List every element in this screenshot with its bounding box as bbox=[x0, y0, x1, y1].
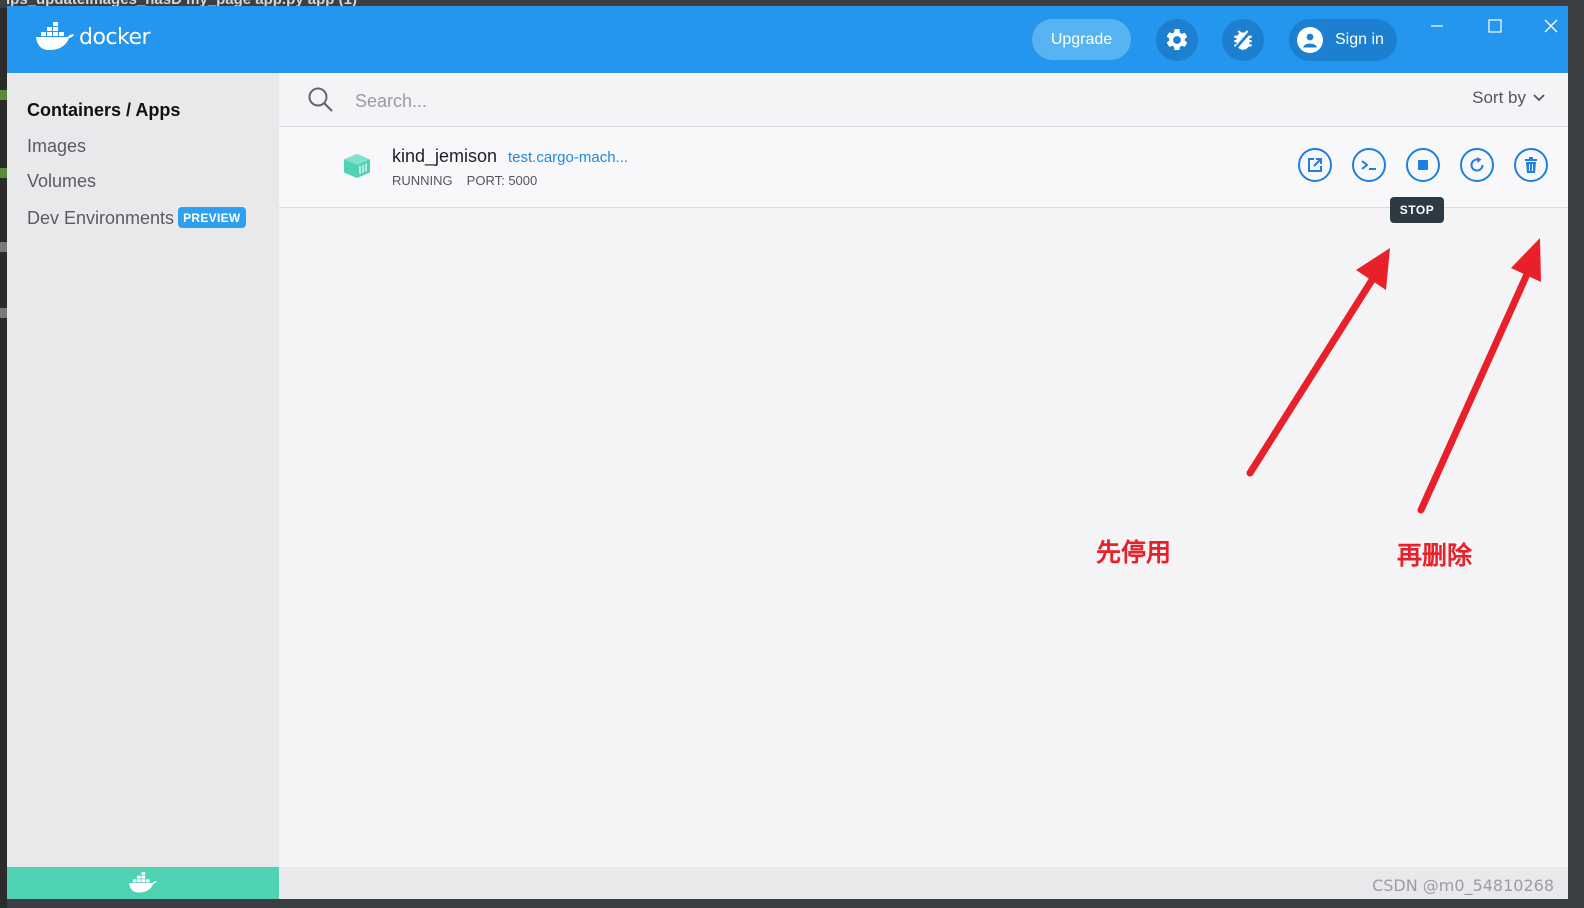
sign-in-button[interactable]: Sign in bbox=[1289, 19, 1397, 61]
maximize-icon bbox=[1488, 19, 1502, 33]
cli-button[interactable] bbox=[1352, 148, 1386, 182]
stop-button[interactable] bbox=[1406, 148, 1440, 182]
troubleshoot-button[interactable] bbox=[1222, 19, 1264, 61]
sidebar-item-label: Dev Environments bbox=[27, 208, 175, 228]
ide-gutter-mark bbox=[0, 168, 7, 178]
delete-icon bbox=[1525, 157, 1537, 173]
annotation-delete-next: 再删除 bbox=[1397, 541, 1473, 570]
minimize-icon bbox=[1431, 25, 1443, 27]
docker-logo: docker bbox=[35, 22, 151, 52]
watermark: CSDN @m0_54810268 bbox=[1372, 876, 1554, 895]
sign-in-label: Sign in bbox=[1335, 31, 1384, 48]
container-port: PORT: 5000 bbox=[466, 173, 538, 188]
minimize-button[interactable] bbox=[1423, 14, 1451, 38]
status-bar: CSDN @m0_54810268 bbox=[279, 867, 1568, 899]
sidebar: Containers / Apps Images Volumes Dev Env… bbox=[7, 73, 279, 899]
stop-icon bbox=[1418, 160, 1428, 170]
engine-status-bar[interactable] bbox=[7, 867, 279, 899]
open-in-browser-icon bbox=[1308, 158, 1322, 172]
sort-by-dropdown[interactable]: Sort by bbox=[1472, 88, 1546, 108]
docker-desktop-window: docker Upgrade Sign in Containers / Apps… bbox=[7, 6, 1568, 899]
sort-by-label: Sort by bbox=[1472, 88, 1526, 107]
screen: ips_updateImages_hasD my_page app.py app… bbox=[0, 0, 1584, 908]
user-icon bbox=[1297, 27, 1323, 53]
container-icon bbox=[343, 153, 371, 184]
search-input[interactable] bbox=[353, 87, 1057, 115]
gear-icon bbox=[1166, 29, 1188, 50]
delete-button[interactable] bbox=[1514, 148, 1548, 182]
ide-gutter bbox=[0, 8, 7, 908]
whale-icon bbox=[129, 872, 157, 893]
maximize-button[interactable] bbox=[1481, 14, 1509, 38]
preview-badge: PREVIEW bbox=[178, 207, 246, 228]
close-button[interactable] bbox=[1537, 14, 1565, 38]
stop-tooltip: STOP bbox=[1390, 197, 1444, 223]
search-bar: Sort by bbox=[279, 73, 1568, 127]
container-row[interactable]: kind_jemison test.cargo-mach... RUNNING P… bbox=[279, 127, 1568, 208]
sidebar-item-images[interactable]: Images bbox=[27, 136, 86, 157]
open-in-browser-button[interactable] bbox=[1298, 148, 1332, 182]
container-name[interactable]: kind_jemison bbox=[392, 146, 497, 167]
whale-icon bbox=[36, 22, 74, 50]
container-meta: RUNNING PORT: 5000 bbox=[392, 173, 537, 188]
sidebar-item-containers-apps[interactable]: Containers / Apps bbox=[27, 100, 180, 121]
upgrade-button[interactable]: Upgrade bbox=[1032, 19, 1131, 60]
container-image-link[interactable]: test.cargo-mach... bbox=[508, 149, 628, 166]
logo-text: docker bbox=[79, 24, 151, 50]
cli-icon bbox=[1361, 160, 1376, 170]
container-status: RUNNING bbox=[392, 173, 453, 188]
title-bar: docker Upgrade Sign in bbox=[7, 6, 1568, 73]
ide-gutter-mark bbox=[0, 308, 7, 318]
sidebar-item-volumes[interactable]: Volumes bbox=[27, 171, 96, 192]
restart-button[interactable] bbox=[1460, 148, 1494, 182]
close-icon bbox=[1544, 19, 1558, 33]
ide-gutter-mark bbox=[0, 90, 7, 100]
annotation-stop-first: 先停用 bbox=[1096, 538, 1172, 567]
settings-button[interactable] bbox=[1156, 19, 1198, 61]
bug-icon bbox=[1234, 30, 1252, 50]
restart-icon bbox=[1470, 157, 1484, 172]
sidebar-item-dev-environments[interactable]: Dev Environments PREVIEW bbox=[27, 207, 246, 229]
chevron-down-icon bbox=[1533, 94, 1545, 102]
search-icon bbox=[307, 86, 335, 119]
ide-gutter-mark bbox=[0, 242, 7, 252]
